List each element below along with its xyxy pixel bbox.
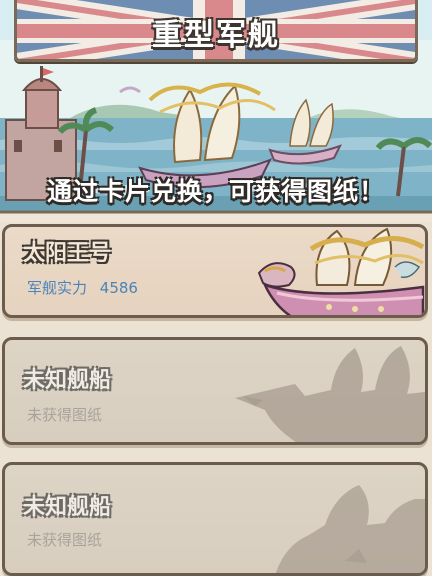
ship-name: 未知舰船	[23, 495, 112, 520]
ship-power-label: 军舰实力	[27, 279, 88, 297]
title-plate: 重型军舰	[14, 0, 418, 62]
ship-card-unknown[interactable]: 未知舰船 未获得图纸	[2, 337, 428, 445]
ship-status: 未获得图纸	[27, 531, 103, 549]
ship-name: 未知舰船	[23, 368, 112, 393]
ship-power: 军舰实力 4586	[27, 277, 138, 298]
ship-status: 未获得图纸	[27, 406, 103, 424]
header-banner: 重型军舰 通过卡片兑换，可获得图纸！	[0, 0, 432, 222]
ship-silhouette-icon	[235, 346, 425, 442]
ship-figurehead-icon	[257, 227, 425, 315]
ship-power-value: 4586	[99, 279, 138, 297]
ship-silhouette-icon	[275, 485, 425, 573]
page-title: 重型军舰	[152, 18, 280, 53]
ship-name: 太阳王号	[23, 241, 112, 266]
ship-card-unknown[interactable]: 未知舰船 未获得图纸	[2, 462, 428, 576]
exchange-hint-caption: 通过卡片兑换，可获得图纸！	[46, 177, 385, 206]
ship-card-sun-king[interactable]: 太阳王号 军舰实力 4586	[2, 224, 428, 318]
